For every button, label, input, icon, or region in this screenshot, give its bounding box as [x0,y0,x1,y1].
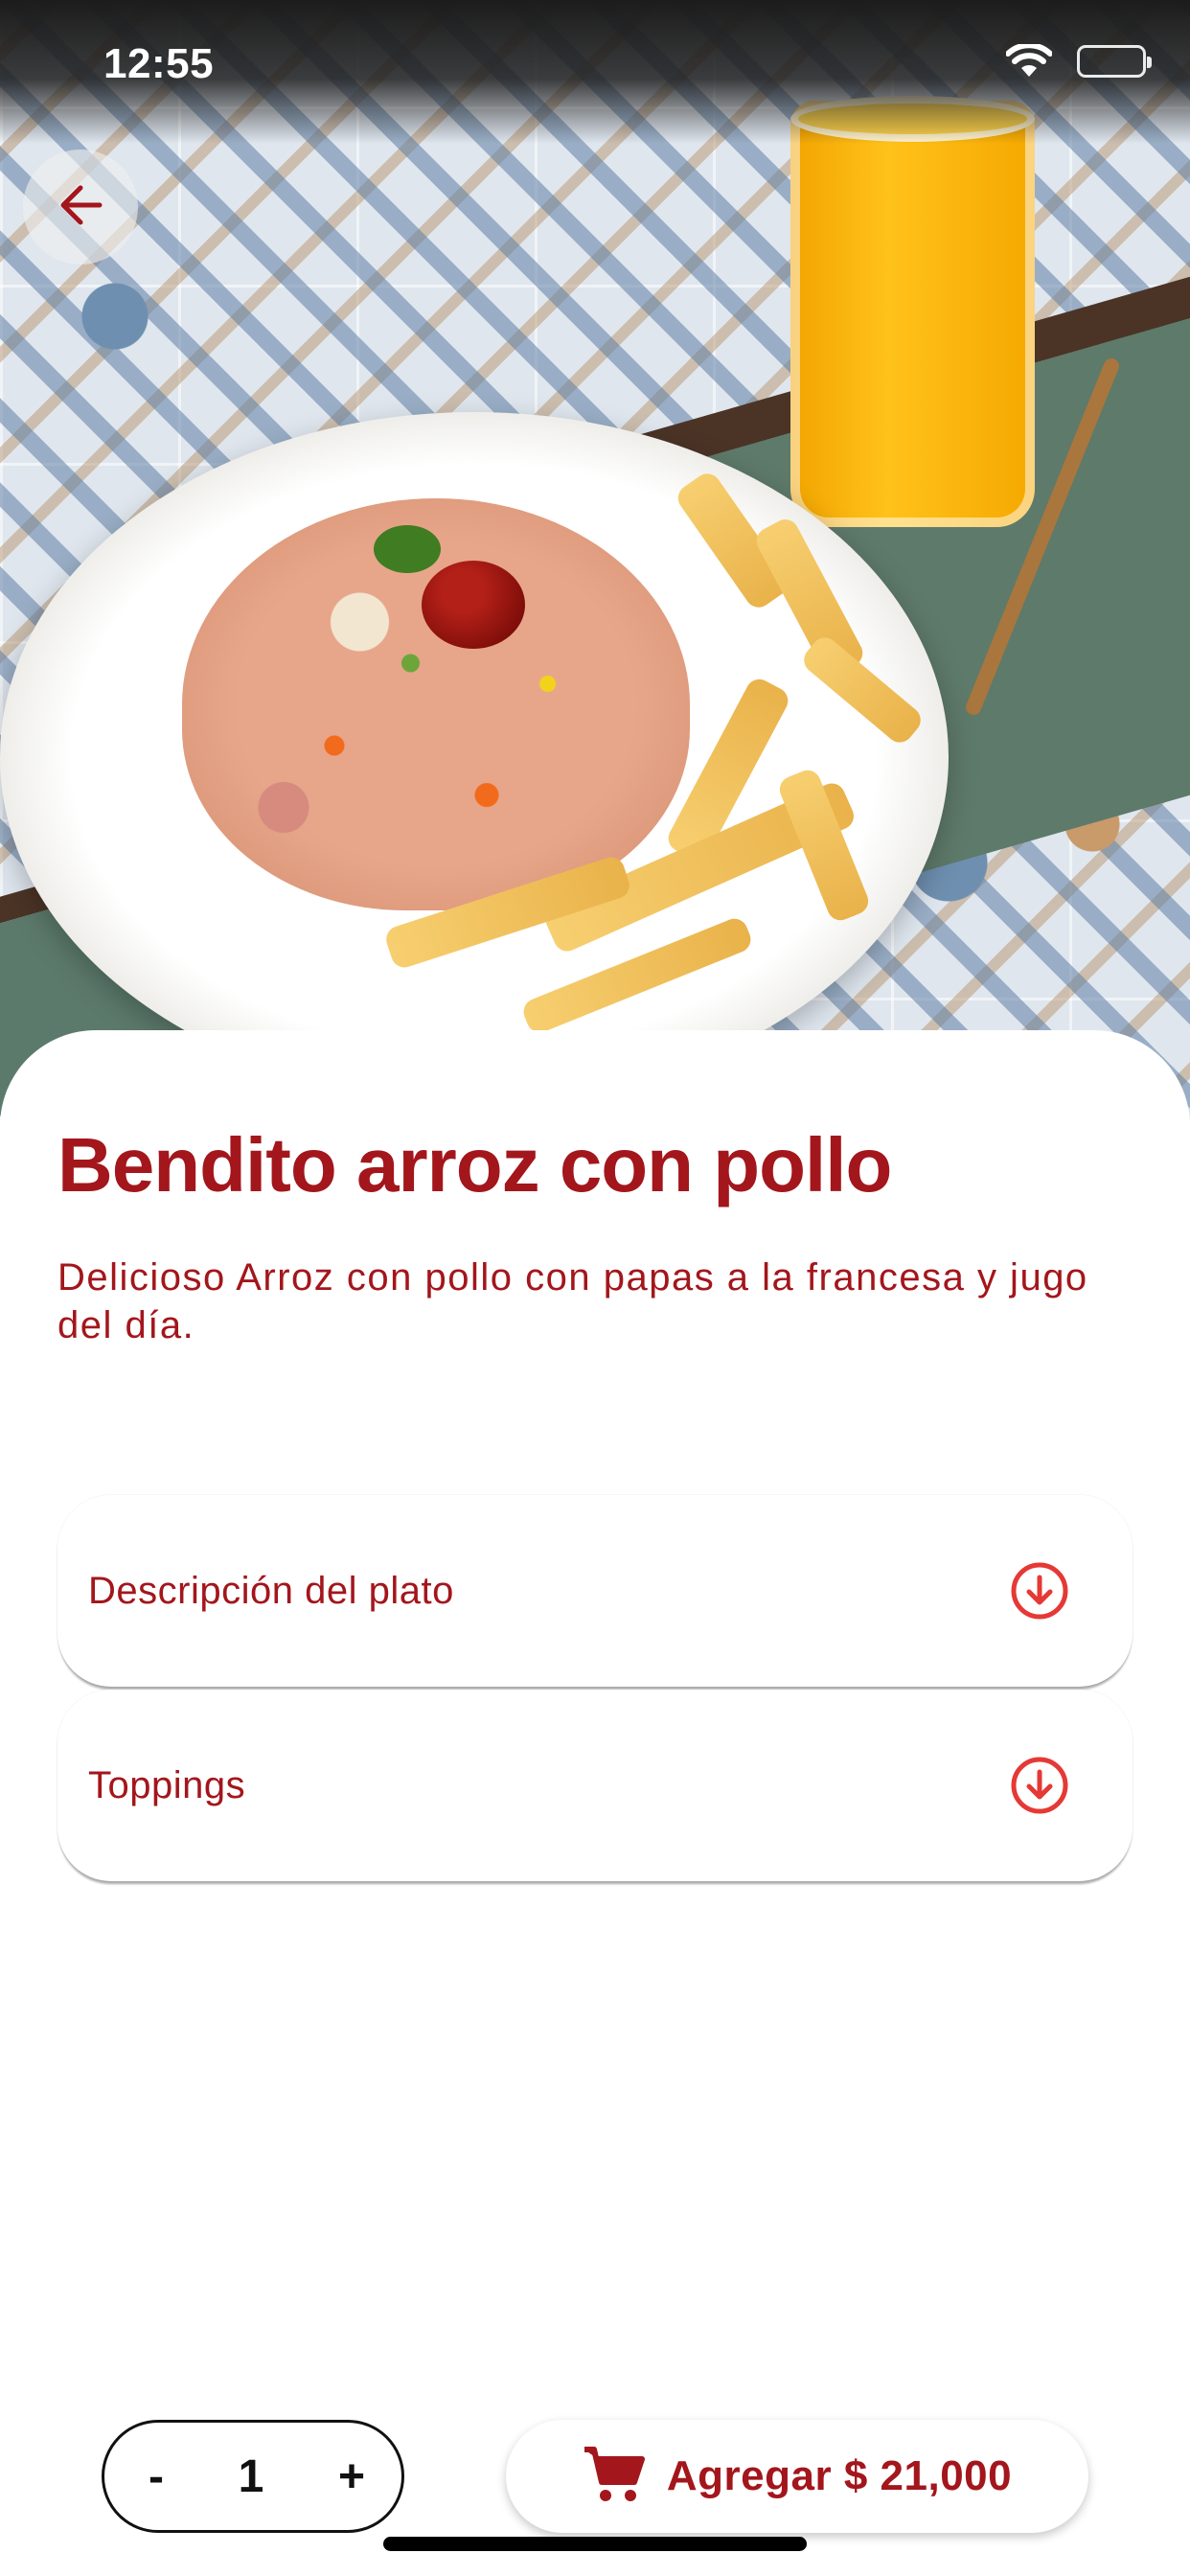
cart-icon [583,2446,646,2508]
arrow-left-icon [57,184,103,231]
section-label: Descripción del plato [88,1569,454,1612]
dish-description: Delicioso Arroz con pollo con papas a la… [57,1256,1088,1346]
parsley-garnish [374,525,441,573]
increment-button[interactable]: + [338,2450,365,2503]
status-icons [1006,44,1152,79]
ketchup-dollop [422,561,525,649]
quantity-value: 1 [238,2450,264,2502]
add-to-cart-label: Agregar $ 21,000 [666,2452,1013,2499]
product-detail-screen: 12:55 Bendito arroz con pollo Delicioso … [0,0,1190,2576]
juice-glass [790,101,1035,527]
section-descripcion-del-plato[interactable]: Descripción del plato [57,1495,1133,1687]
add-to-cart-button[interactable]: Agregar $ 21,000 [506,2420,1088,2533]
wifi-icon [1006,44,1052,79]
section-label: Toppings [88,1763,246,1806]
quantity-stepper: - 1 + [102,2420,404,2533]
section-toppings[interactable]: Toppings [57,1690,1133,1881]
status-time: 12:55 [103,40,215,87]
back-button[interactable] [23,150,138,264]
arrow-circle-down-icon[interactable] [1010,1561,1069,1621]
home-indicator [383,2537,807,2551]
dish-title: Bendito arroz con pollo [57,1122,892,1208]
arrow-circle-down-icon[interactable] [1010,1756,1069,1815]
dish-photo [0,0,1190,1179]
decrement-button[interactable]: - [149,2450,164,2503]
battery-icon [1077,45,1152,78]
